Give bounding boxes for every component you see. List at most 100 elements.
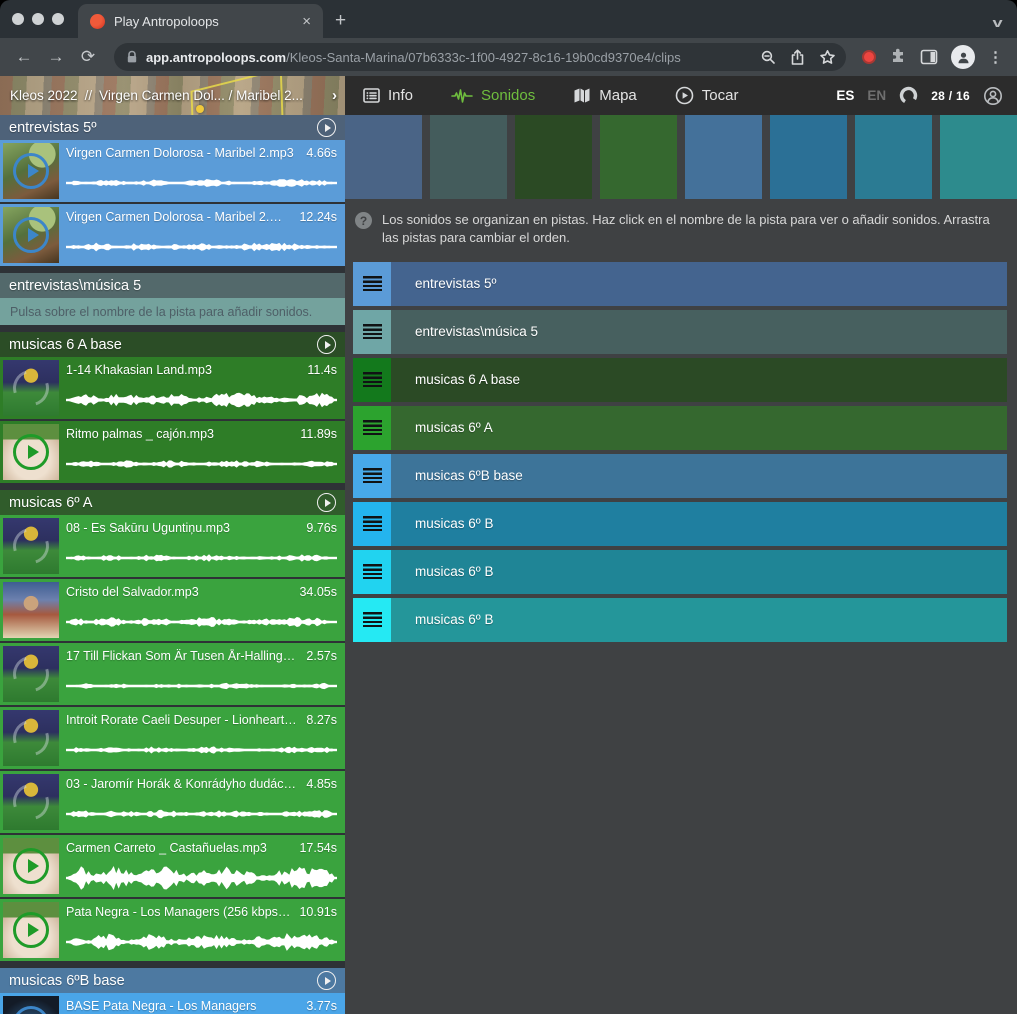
clip-waveform[interactable] bbox=[66, 169, 337, 197]
clip-play-button[interactable] bbox=[13, 1006, 49, 1014]
tab-tocar[interactable]: Tocar bbox=[675, 86, 739, 105]
extensions-puzzle-icon[interactable] bbox=[889, 48, 907, 66]
clip-play-button[interactable] bbox=[7, 522, 56, 571]
breadcrumb-map-strip[interactable]: Kleos 2022 // Virgen Carmen Dol... / Mar… bbox=[0, 76, 345, 115]
track-color-swatch[interactable] bbox=[770, 115, 847, 199]
clip-row[interactable]: Virgen Carmen Dolorosa - Maribel 2.mp312… bbox=[0, 204, 345, 266]
track-play-button[interactable] bbox=[317, 971, 336, 990]
clip-waveform[interactable] bbox=[66, 800, 337, 828]
track-row[interactable]: musicas 6º A bbox=[353, 406, 1007, 450]
track-color-swatch[interactable] bbox=[855, 115, 932, 199]
track-color-swatch[interactable] bbox=[345, 115, 422, 199]
clip-row[interactable]: 17 Till Flickan Som Är Tusen År-Halling … bbox=[0, 643, 345, 705]
track-drag-handle[interactable] bbox=[353, 310, 391, 354]
track-drag-handle[interactable] bbox=[353, 502, 391, 546]
clip-thumbnail[interactable] bbox=[3, 710, 59, 766]
track-color-swatch[interactable] bbox=[685, 115, 762, 199]
clip-play-button[interactable] bbox=[7, 364, 56, 413]
window-minimize-button[interactable] bbox=[32, 13, 44, 25]
track-row[interactable]: musicas 6ºB base bbox=[353, 454, 1007, 498]
sidebar-track-header[interactable]: musicas 6ºB base bbox=[0, 968, 345, 993]
sidebar-track-header[interactable]: musicas 6º A bbox=[0, 490, 345, 515]
track-drag-handle[interactable] bbox=[353, 358, 391, 402]
clip-play-button[interactable] bbox=[7, 650, 56, 699]
sidebar-track-header[interactable]: entrevistas 5º bbox=[0, 115, 345, 140]
bookmark-star-icon[interactable] bbox=[819, 49, 836, 65]
clip-waveform[interactable] bbox=[66, 386, 337, 414]
breadcrumb-project[interactable]: Kleos 2022 bbox=[10, 88, 78, 103]
clip-thumbnail[interactable] bbox=[3, 582, 59, 638]
track-row-body[interactable]: musicas 6º B bbox=[391, 550, 1007, 594]
breadcrumb[interactable]: Kleos 2022 // Virgen Carmen Dol... / Mar… bbox=[10, 87, 337, 104]
clip-play-button[interactable] bbox=[13, 848, 49, 884]
clip-thumbnail[interactable] bbox=[3, 207, 59, 263]
profile-avatar[interactable] bbox=[951, 45, 975, 69]
track-row-body[interactable]: entrevistas 5º bbox=[391, 262, 1007, 306]
track-row-body[interactable]: musicas 6º A bbox=[391, 406, 1007, 450]
tab-mapa[interactable]: Mapa bbox=[573, 87, 637, 104]
track-drag-handle[interactable] bbox=[353, 550, 391, 594]
track-play-button[interactable] bbox=[317, 335, 336, 354]
tab-info[interactable]: Info bbox=[363, 87, 413, 104]
clip-thumbnail[interactable] bbox=[3, 143, 59, 199]
clip-row[interactable]: Cristo del Salvador.mp334.05s bbox=[0, 579, 345, 641]
clip-thumbnail[interactable] bbox=[3, 646, 59, 702]
lang-en-button[interactable]: EN bbox=[867, 88, 886, 103]
track-drag-handle[interactable] bbox=[353, 406, 391, 450]
track-drag-handle[interactable] bbox=[353, 454, 391, 498]
window-controls[interactable] bbox=[0, 0, 78, 38]
clip-row[interactable]: Ritmo palmas _ cajón.mp311.89s bbox=[0, 421, 345, 483]
clip-play-button[interactable] bbox=[13, 153, 49, 189]
clip-play-button[interactable] bbox=[13, 217, 49, 253]
clip-waveform[interactable] bbox=[66, 928, 337, 956]
clip-waveform[interactable] bbox=[66, 450, 337, 478]
clip-row[interactable]: Virgen Carmen Dolorosa - Maribel 2.mp34.… bbox=[0, 140, 345, 202]
window-close-button[interactable] bbox=[12, 13, 24, 25]
track-row[interactable]: musicas 6º B bbox=[353, 598, 1007, 642]
sidebar-track-header[interactable]: entrevistas\música 5 bbox=[0, 273, 345, 298]
clip-waveform[interactable] bbox=[66, 544, 337, 572]
clip-row[interactable]: Pata Negra - Los Managers (256 kbps).mp3… bbox=[0, 899, 345, 961]
breadcrumb-path[interactable]: Virgen Carmen Dol... / Maribel 2... bbox=[99, 88, 325, 103]
tab-search-chevron-icon[interactable]: v bbox=[992, 15, 1002, 30]
breadcrumb-next-icon[interactable]: › bbox=[332, 87, 337, 104]
clip-thumbnail[interactable] bbox=[3, 518, 59, 574]
track-row[interactable]: musicas 6º B bbox=[353, 550, 1007, 594]
zoom-icon[interactable] bbox=[760, 49, 776, 65]
clip-row[interactable]: Carmen Carreto _ Castañuelas.mp317.54s bbox=[0, 835, 345, 897]
clip-thumbnail[interactable] bbox=[3, 838, 59, 894]
url-text[interactable]: app.antropoloops.com/Kleos-Santa-Marina/… bbox=[146, 50, 752, 65]
browser-tab[interactable]: Play Antropoloops × bbox=[78, 4, 323, 38]
clip-waveform[interactable] bbox=[66, 233, 337, 261]
clip-waveform[interactable] bbox=[66, 736, 337, 764]
back-button[interactable]: ← bbox=[10, 47, 38, 67]
clip-waveform[interactable] bbox=[66, 672, 337, 700]
clip-play-button[interactable] bbox=[7, 778, 56, 827]
track-row[interactable]: entrevistas\música 5 bbox=[353, 310, 1007, 354]
track-play-button[interactable] bbox=[317, 118, 336, 137]
tab-close-icon[interactable]: × bbox=[300, 13, 313, 30]
share-icon[interactable] bbox=[790, 49, 805, 66]
clip-row[interactable]: 03 - Jaromír Horák & Konrádyho dudácká .… bbox=[0, 771, 345, 833]
clip-row[interactable]: Introit Rorate Caeli Desuper - Lionheart… bbox=[0, 707, 345, 769]
track-color-swatch[interactable] bbox=[515, 115, 592, 199]
clip-thumbnail[interactable] bbox=[3, 360, 59, 416]
clip-play-button[interactable] bbox=[13, 912, 49, 948]
clip-play-button[interactable] bbox=[7, 714, 56, 763]
track-color-swatch[interactable] bbox=[600, 115, 677, 199]
clip-waveform[interactable] bbox=[66, 608, 337, 636]
lang-es-button[interactable]: ES bbox=[836, 88, 854, 103]
track-row[interactable]: musicas 6º B bbox=[353, 502, 1007, 546]
track-row-body[interactable]: entrevistas\música 5 bbox=[391, 310, 1007, 354]
tab-sonidos[interactable]: Sonidos bbox=[451, 87, 535, 104]
track-color-swatch[interactable] bbox=[430, 115, 507, 199]
side-panel-icon[interactable] bbox=[920, 49, 938, 65]
track-drag-handle[interactable] bbox=[353, 598, 391, 642]
address-bar[interactable]: app.antropoloops.com/Kleos-Santa-Marina/… bbox=[114, 43, 846, 71]
track-row[interactable]: musicas 6 A base bbox=[353, 358, 1007, 402]
track-color-swatch[interactable] bbox=[940, 115, 1017, 199]
clip-waveform[interactable] bbox=[66, 864, 337, 892]
track-row-body[interactable]: musicas 6 A base bbox=[391, 358, 1007, 402]
account-icon[interactable] bbox=[983, 86, 1003, 106]
clip-thumbnail[interactable] bbox=[3, 996, 59, 1014]
